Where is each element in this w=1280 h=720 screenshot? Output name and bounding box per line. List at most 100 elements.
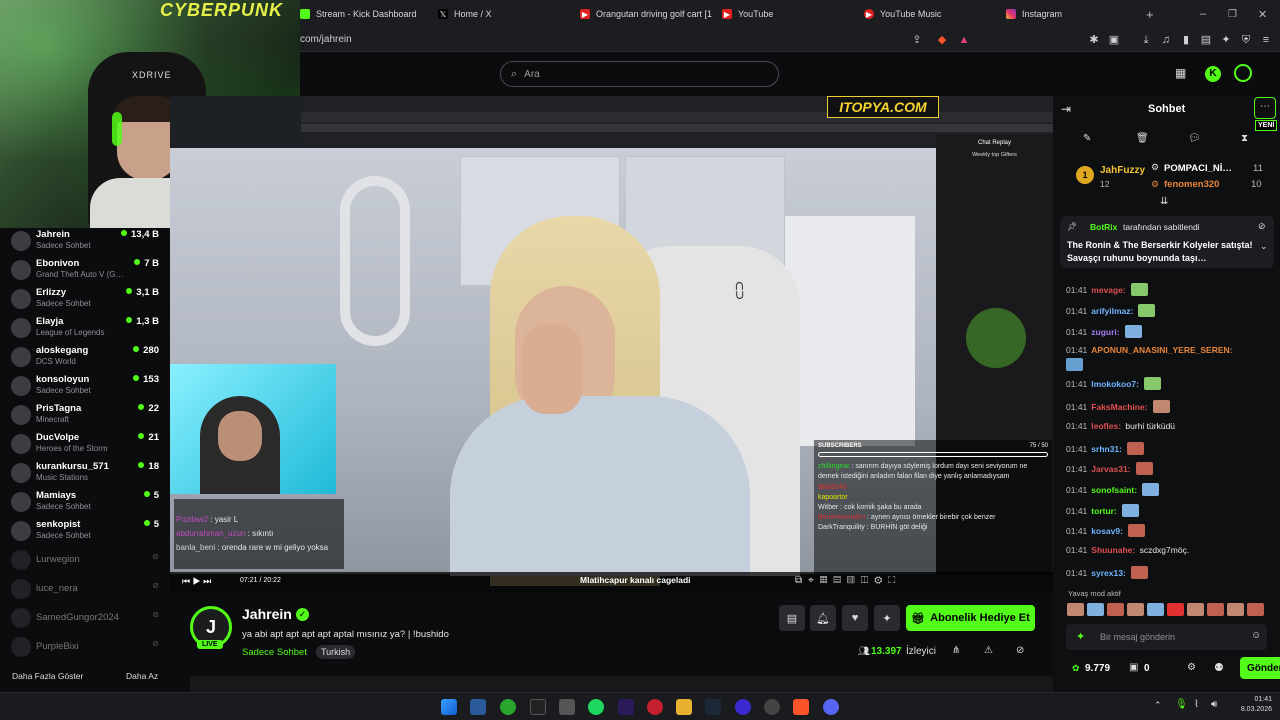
extensions-icon[interactable]: ✱ <box>1088 34 1100 46</box>
send-button[interactable]: Gönder <box>1240 657 1280 679</box>
chest-icon[interactable]: ▣ <box>1129 662 1138 673</box>
tab-youtube-music[interactable]: ▶ YouTube Music <box>864 4 994 24</box>
new-tab-button[interactable]: + <box>1146 4 1160 24</box>
video-player[interactable]: ITOPYA.COM ⩇ Pozilaw2 : yasir L abdurrah… <box>170 96 1053 592</box>
streamer-name[interactable]: Jahrein <box>242 606 292 622</box>
player-tools-icons[interactable]: ⧉⌖▦▤▥◫⚙⛶ <box>795 575 901 586</box>
sidebar-channel-luce-nera[interactable]: luce_nera ⊘ <box>0 576 170 605</box>
clip-button[interactable]: ▤ <box>779 605 805 631</box>
xbox-icon[interactable] <box>500 699 516 715</box>
play-icon[interactable]: ⏮ ▶ ⏭ <box>182 576 211 587</box>
url-field[interactable]: com/jahrein <box>300 34 352 45</box>
vpn-icon[interactable]: ⛨ <box>1240 34 1252 46</box>
show-less-link[interactable]: Daha Az <box>126 671 158 681</box>
recorder-icon[interactable] <box>647 699 663 715</box>
show-more-link[interactable]: Daha Fazla Göster <box>12 671 83 681</box>
ai-icon[interactable]: ✦ <box>1220 34 1232 46</box>
brave-icon[interactable] <box>793 699 809 715</box>
gift-subscription-button[interactable]: 🎁︎ Abonelik Hediye Et <box>906 605 1035 631</box>
search-input[interactable]: ⌕ Ara <box>500 61 779 87</box>
tab-instagram[interactable]: Instagram <box>1006 4 1136 24</box>
category-link[interactable]: Sadece Sohbet <box>242 647 307 658</box>
emote-picker-icon[interactable]: ⚉ <box>1214 661 1224 674</box>
tray-chevron-icon[interactable]: ⌃ <box>1154 700 1162 711</box>
sidebar-channel-ebonivon[interactable]: Ebonivon Grand Theft Auto V (G… 7 B <box>0 257 170 286</box>
collapse-chat-icon[interactable]: ⇥ <box>1061 102 1071 116</box>
tab-kick-dashboard[interactable]: Stream - Kick Dashboard <box>300 4 425 24</box>
app-icon[interactable] <box>764 699 780 715</box>
timer-icon[interactable]: ⧗ <box>1241 133 1248 144</box>
sidebar-channel-mamiays[interactable]: Mamiays Sadece Sohbet 5 <box>0 489 170 518</box>
sidebar-channel-erlizzy[interactable]: Erlizzy Sadece Sohbet 3,1 B <box>0 286 170 315</box>
emote-icon <box>1066 358 1083 371</box>
chat-input[interactable]: ✦ Bir mesaj gönderin ☺ <box>1066 624 1267 650</box>
steam-icon[interactable] <box>705 699 721 715</box>
sidebar-toggle-icon[interactable]: ▮ <box>1180 34 1192 46</box>
sidebar-channel-elayja[interactable]: Elayja League of Legends 1,3 B <box>0 315 170 344</box>
folder-icon[interactable] <box>676 699 692 715</box>
clock[interactable]: 01:41 <box>1232 696 1272 703</box>
share-icon[interactable]: ⇪ <box>911 34 923 46</box>
follow-button[interactable]: ♥ <box>842 605 868 631</box>
emote-icon <box>1127 442 1144 455</box>
screenshot-icon[interactable]: ▣ <box>1108 34 1120 46</box>
wifi-icon[interactable]: ⌇ <box>1194 699 1199 710</box>
chat-message: 01:41 Jarvas31: <box>1066 462 1153 475</box>
expand-icon[interactable]: ⇊ <box>1160 196 1168 207</box>
close-window-button[interactable]: ✕ <box>1258 4 1270 24</box>
emoji-icon[interactable]: ☺ <box>1251 630 1261 641</box>
gear-icon[interactable]: ⚙ <box>1187 662 1196 673</box>
sidebar-channel-ducvolpe[interactable]: DucVolpe Heroes of the Storm 21 <box>0 431 170 460</box>
mute-icon[interactable]: ⊘ <box>1016 645 1024 656</box>
sidebar-channel-samedgungor[interactable]: SamedGungor2024 ⊘ <box>0 605 170 634</box>
volume-icon[interactable]: 🔊︎ <box>1211 699 1217 710</box>
tab-youtube-video[interactable]: ▶Orangutan driving golf cart [10… <box>580 4 712 24</box>
date[interactable]: 8.03.2026 <box>1226 706 1272 713</box>
sparkle-button[interactable]: ✦ <box>874 605 900 631</box>
trash-icon[interactable]: 🗑︎ <box>1136 133 1149 144</box>
chat-menu-button[interactable]: ⋯ <box>1254 97 1276 119</box>
report-icon[interactable]: ⚠ <box>984 645 993 656</box>
sidebar-channel-senkopist[interactable]: senkopist Sadece Sohbet 5 <box>0 518 170 547</box>
download-icon[interactable]: ⤓ <box>1140 34 1152 46</box>
unpin-icon[interactable]: ⊘ <box>1258 221 1266 232</box>
sidebar-channel-pristagna[interactable]: PrisTagna Minecraft 22 <box>0 402 170 431</box>
epic-icon[interactable] <box>530 699 546 715</box>
restore-button[interactable]: ❐ <box>1228 4 1240 24</box>
share-icon[interactable]: ⋔ <box>952 645 960 656</box>
chat-bubble-icon[interactable]: 💬︎ <box>1188 133 1201 144</box>
wallet-icon[interactable]: ▤ <box>1200 34 1212 46</box>
notification-button[interactable]: 🔔︎ <box>810 605 836 631</box>
minimize-button[interactable]: – <box>1200 4 1212 24</box>
sparkle-icon: ✦ <box>1076 631 1086 643</box>
emote-icon <box>1124 325 1142 338</box>
theater-icon[interactable]: ▦ <box>1175 66 1189 80</box>
calculator-icon[interactable] <box>559 699 575 715</box>
player-controls: ⏮ ▶ ⏭ 07:21 / 20:22 Mlatihcapur kanalı c… <box>170 572 1053 592</box>
pin-icon[interactable]: ✎ <box>1083 133 1091 144</box>
music-icon[interactable]: ♫ <box>1160 34 1172 46</box>
mic-icon[interactable]: 🎙︎ <box>1175 699 1188 710</box>
discord-icon[interactable] <box>823 699 839 715</box>
profile-avatar[interactable] <box>1234 64 1252 82</box>
sidebar-channel-konsoloyun[interactable]: konsoloyun Sadece Sohbet 153 <box>0 373 170 402</box>
obs-icon[interactable] <box>735 699 751 715</box>
premiere-icon[interactable] <box>618 699 634 715</box>
sidebar-channel-jahrein[interactable]: Jahrein Sadece Sohbet 13,4 B <box>0 228 170 257</box>
sidebar-channel-aloskegang[interactable]: aloskegang DCS World 280 <box>0 344 170 373</box>
pinned-message: 📌︎ BotRix tarafından sabitlendi ⊘ The Ro… <box>1060 216 1274 268</box>
language-tag[interactable]: Turkish <box>316 645 356 659</box>
taskview-icon[interactable] <box>470 699 486 715</box>
spotify-icon[interactable] <box>588 699 604 715</box>
chevron-down-icon[interactable]: ⌄ <box>1260 241 1268 252</box>
sidebar-channel-purplebixi[interactable]: PurpleBixi ⊘ <box>0 634 170 663</box>
sidebar-channel-lurwegion[interactable]: Lurwegion ⊘ <box>0 547 170 576</box>
tab-youtube[interactable]: ▶ YouTube <box>722 4 852 24</box>
brave-shield-icon[interactable]: ◆ <box>936 34 948 46</box>
menu-icon[interactable]: ≡ <box>1260 34 1272 46</box>
start-icon[interactable] <box>441 699 457 715</box>
kick-logo-icon[interactable]: K <box>1205 66 1221 82</box>
sidebar-channel-kurankursu[interactable]: kurankursu_571 Music Stations 18 <box>0 460 170 489</box>
tab-x-home[interactable]: 𝕏 Home / X <box>438 4 568 24</box>
rewards-icon[interactable]: ▲ <box>958 34 970 46</box>
